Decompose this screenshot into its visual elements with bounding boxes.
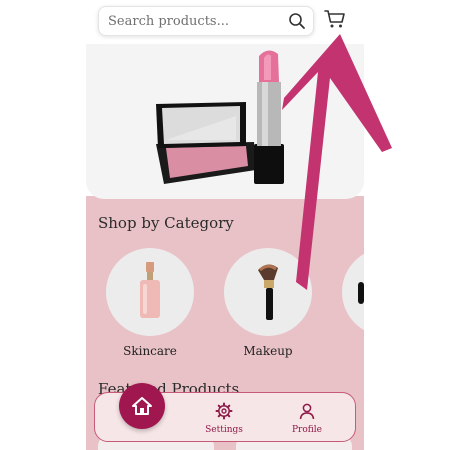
serum-bottle-icon xyxy=(140,262,160,318)
hero-image xyxy=(156,50,284,184)
home-nav-button[interactable] xyxy=(119,383,165,429)
hero-banner[interactable] xyxy=(86,44,364,199)
app-screen: Search products... Shop by Category Skin… xyxy=(86,0,364,450)
category-next-tile[interactable] xyxy=(342,248,364,336)
settings-nav-label: Settings xyxy=(205,425,243,435)
search-icon[interactable] xyxy=(288,12,306,30)
user-icon xyxy=(299,403,315,420)
search-bar[interactable]: Search products... xyxy=(98,6,314,36)
settings-nav-button[interactable]: Settings xyxy=(194,402,254,435)
category-skincare-label: Skincare xyxy=(123,344,177,358)
search-input[interactable]: Search products... xyxy=(108,14,229,29)
makeup-brush-icon xyxy=(258,264,278,320)
profile-nav-label: Profile xyxy=(292,425,322,435)
cart-icon[interactable] xyxy=(324,9,346,29)
section-title-categories: Shop by Category xyxy=(98,214,234,232)
home-icon xyxy=(132,397,152,415)
gear-icon xyxy=(215,402,233,420)
category-makeup-label: Makeup xyxy=(243,344,293,358)
profile-nav-button[interactable]: Profile xyxy=(277,402,337,435)
perfume-icon xyxy=(358,282,364,304)
category-makeup-tile[interactable] xyxy=(224,248,312,336)
category-skincare-tile[interactable] xyxy=(106,248,194,336)
